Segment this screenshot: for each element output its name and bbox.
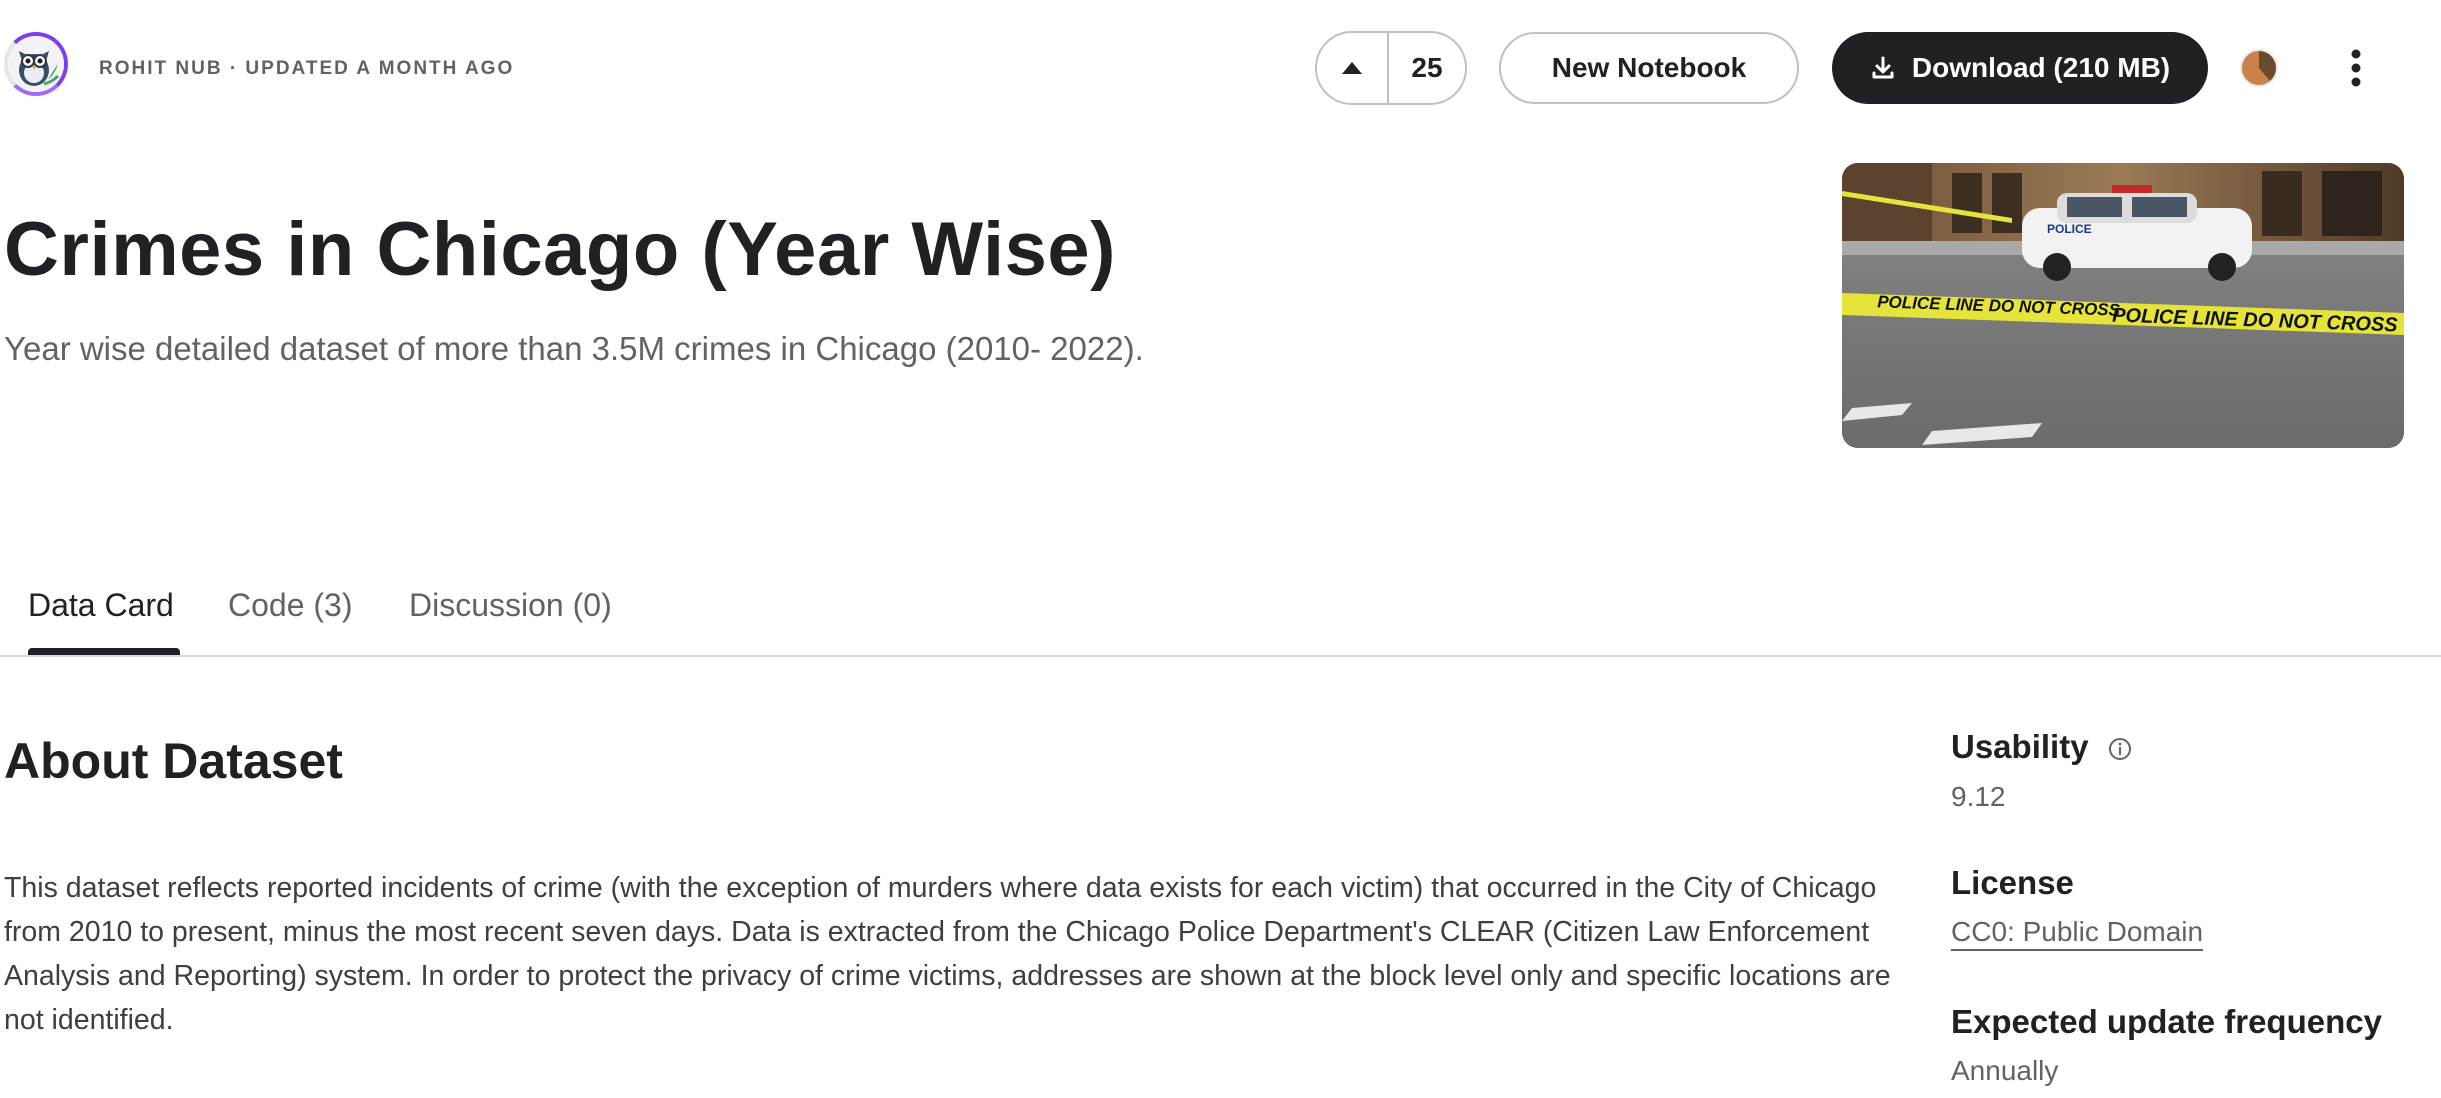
about-dataset-heading: About Dataset — [4, 733, 343, 789]
more-options-button[interactable] — [2334, 40, 2378, 96]
more-vertical-icon — [2351, 49, 2361, 87]
caret-up-icon — [1342, 62, 1362, 74]
author-meta[interactable]: ROHIT NUB · UPDATED A MONTH AGO — [99, 58, 514, 80]
download-label: Download (210 MB) — [1911, 52, 2171, 83]
dataset-title: Crimes in Chicago (Year Wise) — [4, 207, 1116, 292]
tab-bar: Data Card Code (3) Discussion (0) — [0, 575, 2441, 657]
new-notebook-button[interactable]: New Notebook — [1499, 32, 1799, 104]
police-scene-image: POLICE POLICE LINE DO NOT CROSS POLICE L… — [1842, 163, 2404, 448]
update-frequency-label: Expected update frequency — [1951, 1003, 2382, 1040]
owl-avatar-icon — [8, 36, 64, 92]
active-tab-indicator — [28, 648, 180, 655]
usability-value: 9.12 — [1951, 781, 2006, 812]
license-value-wrapper: CC0: Public Domain — [1951, 916, 2204, 951]
top-bar: ROHIT NUB · UPDATED A MONTH AGO 25 New N… — [0, 0, 2441, 136]
license-label: License — [1951, 864, 2074, 901]
tab-code[interactable]: Code (3) — [228, 587, 353, 624]
update-frequency-value: Annually — [1951, 1055, 2059, 1086]
usability-label: Usability — [1951, 728, 2089, 765]
tab-data-card[interactable]: Data Card — [28, 587, 174, 624]
upvote-button[interactable] — [1317, 33, 1389, 103]
author-avatar[interactable] — [4, 32, 68, 96]
new-notebook-label: New Notebook — [1551, 52, 1747, 83]
dataset-subtitle: Year wise detailed dataset of more than … — [4, 330, 1144, 367]
user-avatar[interactable] — [2240, 49, 2278, 87]
upvote-group: 25 — [1315, 31, 1467, 105]
car-text: POLICE — [2047, 222, 2092, 236]
about-dataset-description: This dataset reflects reported incidents… — [4, 872, 1891, 1036]
vote-count[interactable]: 25 — [1389, 33, 1465, 103]
dataset-cover-image: POLICE POLICE LINE DO NOT CROSS POLICE L… — [1842, 163, 2404, 448]
tab-discussion[interactable]: Discussion (0) — [409, 587, 612, 624]
license-link[interactable]: CC0: Public Domain — [1951, 916, 2204, 951]
download-button[interactable]: Download (210 MB) — [1832, 32, 2208, 104]
download-icon — [1872, 56, 1894, 79]
info-icon[interactable] — [2108, 737, 2132, 761]
